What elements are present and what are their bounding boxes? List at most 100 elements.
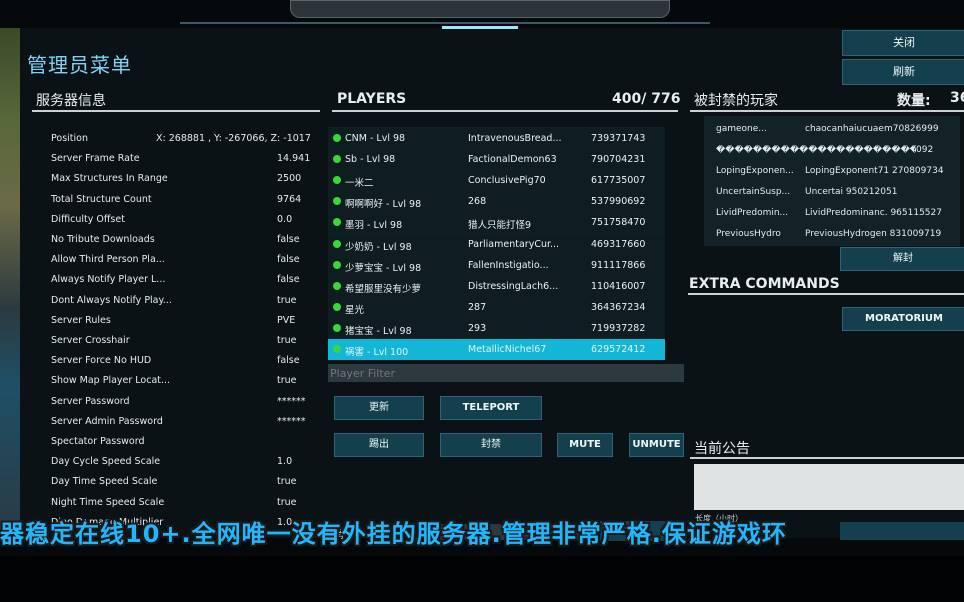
bottom-black-area	[0, 556, 964, 602]
online-status-icon	[333, 134, 341, 142]
notice-text-area[interactable]	[694, 464, 964, 510]
update-button[interactable]: 更新	[334, 396, 424, 420]
player-id: 110416007	[591, 280, 646, 292]
banned-heading: 被封禁的玩家	[694, 93, 778, 109]
player-row[interactable]: Sb - Lvl 98 FactionalDemon63 790704231	[328, 149, 665, 171]
admin-menu-title: 管理员菜单	[27, 53, 132, 77]
server-info-value: true	[277, 294, 297, 306]
server-info-value: ******	[277, 395, 306, 407]
online-status-icon	[333, 197, 341, 206]
banned-count-value: 36	[950, 90, 964, 106]
banned-player-id: LividPredominanc. 965115527	[805, 208, 942, 218]
banned-player-name[interactable]: PreviousHydro	[716, 229, 781, 239]
player-row[interactable]: 墨羽 - Lvl 98 猎人只能打怪9 751758470	[328, 212, 665, 234]
online-status-icon	[333, 302, 341, 311]
player-filter-input[interactable]	[328, 364, 684, 382]
server-info-label: Spectator Password	[51, 436, 145, 447]
unmute-button[interactable]: UNMUTE	[629, 433, 684, 457]
server-info-value: true	[277, 335, 297, 346]
top-bar	[290, 0, 670, 18]
extra-commands-heading: EXTRA COMMANDS	[689, 276, 840, 292]
banned-player-name[interactable]: gameone...	[716, 124, 767, 134]
video-subtitle-banner: 器稳定在线10+.全网唯一没有外挂的服务器.管理非常严格.保证游戏环	[0, 520, 787, 548]
refresh-button[interactable]: 刷新	[842, 59, 964, 85]
player-character: ConclusivePig70	[468, 175, 546, 187]
online-status-icon	[333, 281, 341, 290]
player-id: 537990692	[591, 196, 646, 208]
close-button[interactable]: 关闭	[842, 30, 964, 56]
banned-player-name[interactable]: LopingExponen...	[716, 166, 794, 176]
online-status-icon	[333, 345, 341, 353]
banned-player-id: PreviousHydrogen 831009719	[805, 229, 942, 239]
online-status-icon	[333, 176, 341, 185]
player-row[interactable]: 祸害 - Lvl 100 MetallicNichel67 629572412	[328, 339, 665, 360]
extra-commands-divider	[688, 293, 964, 295]
server-info-value: true	[277, 476, 297, 488]
player-id: 364367234	[591, 301, 646, 313]
server-info-value: false	[277, 274, 300, 286]
player-name: Sb - Lvl 98	[345, 154, 396, 166]
player-character: 293	[468, 322, 487, 334]
player-row[interactable]: 希望服里没有少萝 DistressingLach6... 110416007	[328, 275, 665, 297]
player-row[interactable]: 啊啊啊好 - Lvl 98 268 537990692	[328, 191, 665, 213]
banned-player-name[interactable]: ���������������������������	[716, 145, 916, 155]
player-character: MetallicNichel67	[468, 344, 547, 355]
kick-button[interactable]: 踢出	[334, 433, 424, 457]
server-info-label: Night Time Speed Scale	[51, 496, 165, 508]
notice-divider	[690, 457, 964, 459]
banned-player-id: chaocanhaiucuaem70826999	[805, 124, 939, 134]
player-name: 少奶奶 - Lvl 98	[345, 241, 412, 253]
player-name: 星光	[345, 304, 365, 316]
ban-button[interactable]: 封禁	[440, 433, 542, 457]
player-row[interactable]: CNM - Lvl 98 IntravenousBread... 739371743	[328, 128, 665, 149]
server-info-heading: 服务器信息	[36, 93, 106, 109]
moratorium-button[interactable]: MORATORIUM	[842, 307, 964, 331]
player-character: FallenInstigatio...	[468, 259, 549, 271]
player-id: 739371743	[591, 133, 646, 144]
player-name: 猪宝宝 - Lvl 98	[345, 325, 412, 337]
server-info-value: false	[277, 234, 300, 245]
player-id: 719937282	[591, 322, 646, 334]
player-row[interactable]: 少萝宝宝 - Lvl 98 FallenInstigatio... 91111786…	[328, 254, 665, 276]
banned-player-name[interactable]: LividPredomin...	[716, 208, 788, 218]
server-info-divider	[32, 110, 320, 112]
player-name: 啊啊啊好 - Lvl 98	[345, 199, 422, 211]
players-count: 400/ 776	[612, 91, 681, 107]
players-divider	[332, 110, 678, 112]
player-row[interactable]: 一米二 ConclusivePig70 617735007	[328, 170, 665, 192]
player-row[interactable]: 星光 287 364367234	[328, 296, 665, 318]
server-info-label: No Tribute Downloads	[51, 234, 155, 245]
player-character: DistressingLach6...	[468, 280, 559, 292]
server-info-label: Always Notify Player L...	[51, 274, 166, 286]
player-character: 287	[468, 301, 487, 313]
server-info-value: false	[277, 254, 300, 266]
online-status-icon	[333, 323, 341, 332]
server-info-label: Position	[51, 133, 88, 144]
server-info-value: false	[277, 355, 300, 367]
teleport-button[interactable]: TELEPORT	[440, 396, 542, 420]
server-info-value: X: 268881 , Y: -267066, Z: -1017	[156, 133, 310, 144]
server-info-value: 0.0	[277, 213, 293, 225]
player-name: 一米二	[345, 178, 374, 190]
server-info-label: Day Cycle Speed Scale	[51, 456, 161, 468]
player-list: CNM - Lvl 98 IntravenousBread... 739371743…	[328, 127, 665, 360]
banned-player-name[interactable]: UncertainSusp...	[716, 187, 790, 197]
online-status-icon	[333, 260, 341, 269]
player-name: 墨羽 - Lvl 98	[345, 220, 403, 232]
top-glow-indicator	[442, 26, 518, 29]
online-status-icon	[333, 155, 341, 164]
server-info-label: Server Admin Password	[51, 415, 163, 427]
online-status-icon	[333, 239, 341, 248]
banned-count-label: 数量:	[897, 93, 931, 109]
unban-button[interactable]: 解封	[840, 247, 964, 271]
player-character: IntravenousBread...	[468, 133, 562, 144]
banned-divider	[690, 110, 964, 112]
player-row[interactable]: 少奶奶 - Lvl 98 ParliamentaryCur... 469317660	[328, 233, 665, 255]
player-row[interactable]: 猪宝宝 - Lvl 98 293 719937282	[328, 317, 665, 339]
server-info-label: Server Force No HUD	[51, 355, 152, 367]
server-info-value: PVE	[277, 314, 296, 326]
server-info-label: Server Password	[51, 395, 130, 407]
player-character: 268	[468, 196, 487, 208]
banned-list: gameone... chaocanhaiucuaem70826999 ������…	[704, 116, 960, 246]
mute-button[interactable]: MUTE	[557, 433, 613, 457]
